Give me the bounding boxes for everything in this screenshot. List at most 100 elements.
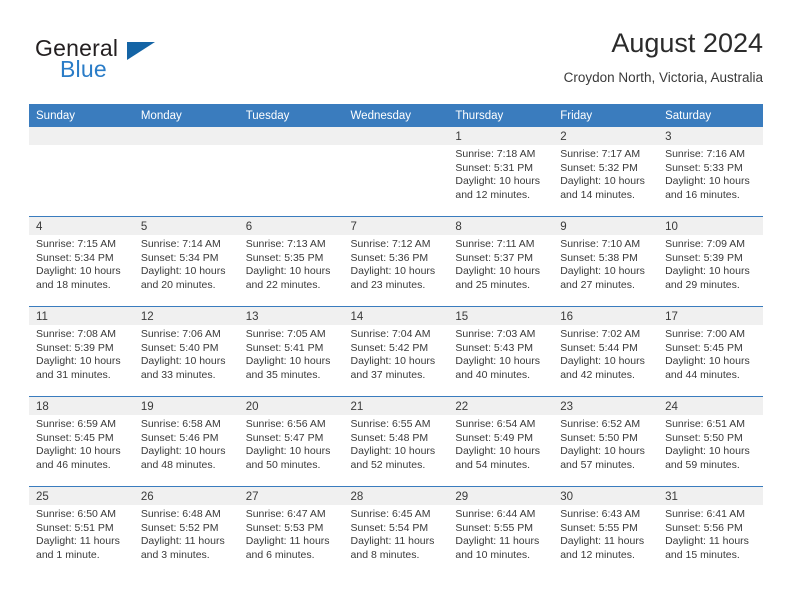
day-details: Sunrise: 6:54 AM Sunset: 5:49 PM Daylight:… xyxy=(448,415,553,472)
daylight-text-line1: Daylight: 10 hours xyxy=(140,445,226,458)
daylight-text-line1: Daylight: 10 hours xyxy=(245,265,331,278)
sunrise-text: Sunrise: 6:45 AM xyxy=(350,508,431,520)
brand-name-bottom: Blue xyxy=(60,56,107,82)
weekday-header-saturday: Saturday xyxy=(658,104,763,127)
sunset-text: Sunset: 5:45 PM xyxy=(665,341,743,354)
day-cell[interactable]: 3 Sunrise: 7:16 AM Sunset: 5:33 PM Daylight… xyxy=(658,127,763,217)
day-details: Sunrise: 7:04 AM Sunset: 5:42 PM Daylight:… xyxy=(344,325,449,382)
day-cell[interactable]: 1 Sunrise: 7:18 AM Sunset: 5:31 PM Daylight… xyxy=(448,127,554,217)
day-cell[interactable]: 4 Sunrise: 7:15 AM Sunset: 5:34 PM Daylight… xyxy=(29,216,134,307)
day-cell[interactable]: 26 Sunrise: 6:48 AM Sunset: 5:52 PM Dayligh… xyxy=(133,486,239,576)
day-details: Sunrise: 7:12 AM Sunset: 5:36 PM Daylight:… xyxy=(344,235,449,292)
day-details: Sunrise: 7:15 AM Sunset: 5:34 PM Daylight:… xyxy=(29,235,134,292)
day-cell[interactable]: 30 Sunrise: 6:43 AM Sunset: 5:55 PM Dayligh… xyxy=(553,486,659,576)
day-cell[interactable]: 14 Sunrise: 7:04 AM Sunset: 5:42 PM Dayligh… xyxy=(343,306,449,397)
sunrise-text: Sunrise: 6:50 AM xyxy=(36,508,116,520)
day-number: 7 xyxy=(343,217,449,235)
daylight-text-line1: Daylight: 11 hours xyxy=(245,535,330,548)
day-cell[interactable]: 31 Sunrise: 6:41 AM Sunset: 5:56 PM Dayligh… xyxy=(658,486,763,576)
brand-logo[interactable]: General Blue xyxy=(29,35,259,91)
sunset-text: Sunset: 5:31 PM xyxy=(455,161,534,174)
day-cell[interactable]: 11 Sunrise: 7:08 AM Sunset: 5:39 PM Dayligh… xyxy=(29,306,134,397)
sunrise-text: Sunrise: 6:47 AM xyxy=(245,508,326,520)
daylight-text-line2: and 3 minutes. xyxy=(140,548,210,561)
daylight-text-line1: Daylight: 11 hours xyxy=(140,535,225,548)
day-number: 9 xyxy=(553,217,659,235)
page-subtitle: Croydon North, Victoria, Australia xyxy=(563,70,763,85)
daylight-text-line1: Daylight: 10 hours xyxy=(350,355,436,368)
day-cell[interactable]: 15 Sunrise: 7:03 AM Sunset: 5:43 PM Dayligh… xyxy=(448,306,554,397)
day-cell[interactable]: 5 Sunrise: 7:14 AM Sunset: 5:34 PM Daylight… xyxy=(133,216,239,307)
day-cell[interactable]: 22 Sunrise: 6:54 AM Sunset: 5:49 PM Dayligh… xyxy=(448,396,554,487)
day-cell[interactable]: 18 Sunrise: 6:59 AM Sunset: 5:45 PM Dayligh… xyxy=(29,396,134,487)
sunset-text: Sunset: 5:55 PM xyxy=(560,521,638,534)
day-cell[interactable]: 12 Sunrise: 7:06 AM Sunset: 5:40 PM Dayligh… xyxy=(133,306,239,397)
day-cell[interactable] xyxy=(133,127,239,217)
day-number: 1 xyxy=(448,127,554,145)
weekday-header-row: Sunday Monday Tuesday Wednesday Thursday… xyxy=(29,104,763,127)
day-details: Sunrise: 7:00 AM Sunset: 5:45 PM Daylight:… xyxy=(658,325,763,382)
daylight-text-line2: and 59 minutes. xyxy=(665,458,740,471)
triangle-icon xyxy=(127,42,155,60)
day-number: 13 xyxy=(238,307,344,325)
day-number xyxy=(238,127,344,145)
sunrise-text: Sunrise: 6:55 AM xyxy=(350,418,431,430)
day-details: Sunrise: 6:58 AM Sunset: 5:46 PM Daylight:… xyxy=(134,415,239,472)
calendar-body: 1 Sunrise: 7:18 AM Sunset: 5:31 PM Daylight… xyxy=(29,127,763,576)
daylight-text-line2: and 10 minutes. xyxy=(455,548,531,561)
day-details: Sunrise: 7:14 AM Sunset: 5:34 PM Daylight:… xyxy=(134,235,239,292)
day-details: Sunrise: 7:09 AM Sunset: 5:39 PM Daylight:… xyxy=(658,235,763,292)
daylight-text-line2: and 48 minutes. xyxy=(140,458,216,471)
daylight-text-line2: and 6 minutes. xyxy=(245,548,315,561)
day-cell[interactable]: 29 Sunrise: 6:44 AM Sunset: 5:55 PM Dayligh… xyxy=(448,486,554,576)
day-cell[interactable]: 21 Sunrise: 6:55 AM Sunset: 5:48 PM Dayligh… xyxy=(343,396,449,487)
daylight-text-line1: Daylight: 10 hours xyxy=(36,445,121,458)
day-cell[interactable]: 6 Sunrise: 7:13 AM Sunset: 5:35 PM Daylight… xyxy=(238,216,344,307)
day-cell[interactable]: 27 Sunrise: 6:47 AM Sunset: 5:53 PM Dayligh… xyxy=(238,486,344,576)
day-details: Sunrise: 7:06 AM Sunset: 5:40 PM Daylight:… xyxy=(134,325,239,382)
day-cell[interactable]: 9 Sunrise: 7:10 AM Sunset: 5:38 PM Daylight… xyxy=(553,216,659,307)
day-cell[interactable]: 2 Sunrise: 7:17 AM Sunset: 5:32 PM Daylight… xyxy=(553,127,659,217)
day-cell[interactable]: 25 Sunrise: 6:50 AM Sunset: 5:51 PM Dayligh… xyxy=(29,486,134,576)
weekday-header-monday: Monday xyxy=(133,104,239,127)
day-number: 28 xyxy=(343,487,449,505)
day-cell[interactable]: 19 Sunrise: 6:58 AM Sunset: 5:46 PM Dayligh… xyxy=(133,396,239,487)
sunrise-text: Sunrise: 7:03 AM xyxy=(455,328,536,340)
sunset-text: Sunset: 5:55 PM xyxy=(455,521,534,534)
daylight-text-line2: and 14 minutes. xyxy=(560,188,635,201)
sunset-text: Sunset: 5:38 PM xyxy=(560,251,638,264)
day-cell[interactable]: 16 Sunrise: 7:02 AM Sunset: 5:44 PM Dayligh… xyxy=(553,306,659,397)
day-cell[interactable]: 10 Sunrise: 7:09 AM Sunset: 5:39 PM Dayligh… xyxy=(658,216,763,307)
daylight-text-line2: and 25 minutes. xyxy=(455,278,531,291)
week-row: 11 Sunrise: 7:08 AM Sunset: 5:39 PM Dayligh… xyxy=(29,306,763,397)
day-cell[interactable] xyxy=(238,127,344,217)
day-details: Sunrise: 6:44 AM Sunset: 5:55 PM Daylight:… xyxy=(448,505,553,562)
day-number: 24 xyxy=(658,397,763,415)
day-cell[interactable]: 23 Sunrise: 6:52 AM Sunset: 5:50 PM Dayligh… xyxy=(553,396,659,487)
title-block: August 2024 Croydon North, Victoria, Aus… xyxy=(564,27,763,88)
day-cell[interactable]: 17 Sunrise: 7:00 AM Sunset: 5:45 PM Dayligh… xyxy=(658,306,763,397)
day-details xyxy=(29,145,134,148)
daylight-text-line2: and 8 minutes. xyxy=(350,548,420,561)
day-cell[interactable]: 13 Sunrise: 7:05 AM Sunset: 5:41 PM Dayligh… xyxy=(238,306,344,397)
day-cell[interactable]: 24 Sunrise: 6:51 AM Sunset: 5:50 PM Dayligh… xyxy=(658,396,763,487)
sunset-text: Sunset: 5:40 PM xyxy=(140,341,219,354)
day-cell[interactable]: 7 Sunrise: 7:12 AM Sunset: 5:36 PM Daylight… xyxy=(343,216,449,307)
sunset-text: Sunset: 5:53 PM xyxy=(245,521,324,534)
week-row: 1 Sunrise: 7:18 AM Sunset: 5:31 PM Daylight… xyxy=(29,127,763,217)
daylight-text-line1: Daylight: 10 hours xyxy=(455,265,541,278)
day-number: 20 xyxy=(238,397,344,415)
day-cell[interactable]: 20 Sunrise: 6:56 AM Sunset: 5:47 PM Dayligh… xyxy=(238,396,344,487)
week-row: 18 Sunrise: 6:59 AM Sunset: 5:45 PM Dayligh… xyxy=(29,396,763,487)
day-cell[interactable]: 8 Sunrise: 7:11 AM Sunset: 5:37 PM Daylight… xyxy=(448,216,554,307)
day-cell[interactable] xyxy=(343,127,449,217)
day-number: 25 xyxy=(29,487,134,505)
day-cell[interactable]: 28 Sunrise: 6:45 AM Sunset: 5:54 PM Dayligh… xyxy=(343,486,449,576)
sunrise-text: Sunrise: 6:44 AM xyxy=(455,508,536,520)
calendar-page: General Blue August 2024 Croydon North, … xyxy=(0,0,792,612)
day-details: Sunrise: 6:45 AM Sunset: 5:54 PM Daylight:… xyxy=(344,505,449,562)
weekday-header-thursday: Thursday xyxy=(448,104,554,127)
day-details xyxy=(239,145,344,148)
day-cell[interactable] xyxy=(29,127,134,217)
sunset-text: Sunset: 5:41 PM xyxy=(245,341,324,354)
